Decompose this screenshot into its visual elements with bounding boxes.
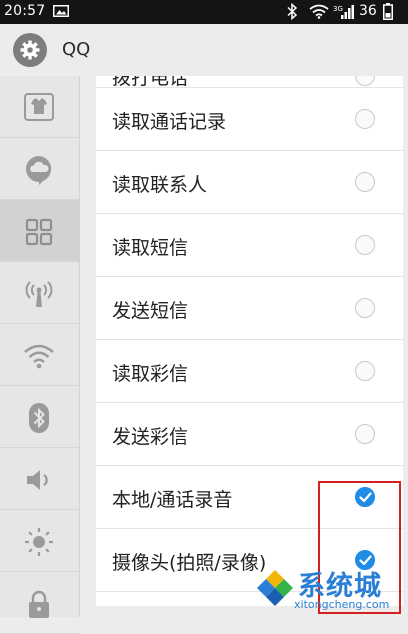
permission-label: 发送彩信 <box>112 426 189 448</box>
signal-status-icon: 3G <box>333 5 354 19</box>
permission-checkbox[interactable] <box>355 235 375 255</box>
permission-label: 读取彩信 <box>112 363 189 385</box>
permission-label: 读取通话记录 <box>112 111 227 133</box>
permission-checkbox[interactable] <box>355 361 375 381</box>
brightness-icon <box>25 528 53 556</box>
list-item[interactable]: 读取彩信 <box>96 340 403 403</box>
antenna-icon <box>25 281 53 307</box>
list-item[interactable]: 读取短信 <box>96 214 403 277</box>
gear-icon[interactable] <box>13 33 47 67</box>
apps-grid-icon <box>25 218 53 246</box>
image-notification-icon <box>53 5 69 17</box>
bluetooth-status-icon <box>287 3 298 20</box>
permission-label: 读取短信 <box>112 237 189 259</box>
list-item[interactable]: 发送短信 <box>96 277 403 340</box>
page-title: QQ <box>62 39 91 60</box>
shirt-icon <box>24 93 54 121</box>
settings-sidebar <box>0 76 80 634</box>
bluetooth-icon <box>29 403 49 433</box>
clock: 20:57 <box>4 3 46 19</box>
watermark-domain: xitongcheng.com <box>294 598 390 611</box>
permission-label: 本地/通话录音 <box>112 489 233 511</box>
sidebar-item-security[interactable] <box>0 572 79 634</box>
permission-checkbox[interactable] <box>355 298 375 318</box>
sidebar-item-sound[interactable] <box>0 448 79 510</box>
watermark-logo-icon <box>257 567 293 606</box>
battery-level: 36 <box>359 3 377 19</box>
cloud-chat-icon <box>26 156 52 185</box>
permission-label: 读取联系人 <box>112 174 208 196</box>
network-type-label: 3G <box>333 5 343 13</box>
status-bar: 20:57 3G 36 <box>0 0 408 24</box>
permission-label: 发送短信 <box>112 300 189 322</box>
permission-checkbox[interactable] <box>355 76 375 86</box>
lock-icon <box>29 590 49 618</box>
sidebar-item-wifi[interactable] <box>0 324 79 386</box>
wifi-icon <box>24 344 54 369</box>
app-header: QQ <box>0 24 408 76</box>
list-item[interactable]: 读取通话记录 <box>96 88 403 151</box>
battery-icon <box>383 3 393 20</box>
sidebar-item-cloud[interactable] <box>0 138 79 200</box>
permission-label: 摄像头(拍照/录像) <box>112 552 267 574</box>
permission-checkbox[interactable] <box>355 172 375 192</box>
sidebar-item-theme[interactable] <box>0 76 79 138</box>
volume-icon <box>27 470 48 490</box>
wifi-status-icon <box>309 4 329 19</box>
list-item[interactable]: 拨打电话 <box>96 76 403 88</box>
permission-checkbox[interactable] <box>355 424 375 444</box>
list-item[interactable]: 发送彩信 <box>96 403 403 466</box>
watermark: 系统城 xitongcheng.com <box>254 562 404 616</box>
sidebar-item-mobile-network[interactable] <box>0 262 79 324</box>
sidebar-item-apps[interactable] <box>0 200 79 262</box>
sidebar-item-display[interactable] <box>0 510 79 572</box>
permission-checkbox[interactable] <box>355 109 375 129</box>
sidebar-item-bluetooth[interactable] <box>0 386 79 448</box>
permission-label: 拨打电话 <box>112 76 189 88</box>
list-item[interactable]: 读取联系人 <box>96 151 403 214</box>
